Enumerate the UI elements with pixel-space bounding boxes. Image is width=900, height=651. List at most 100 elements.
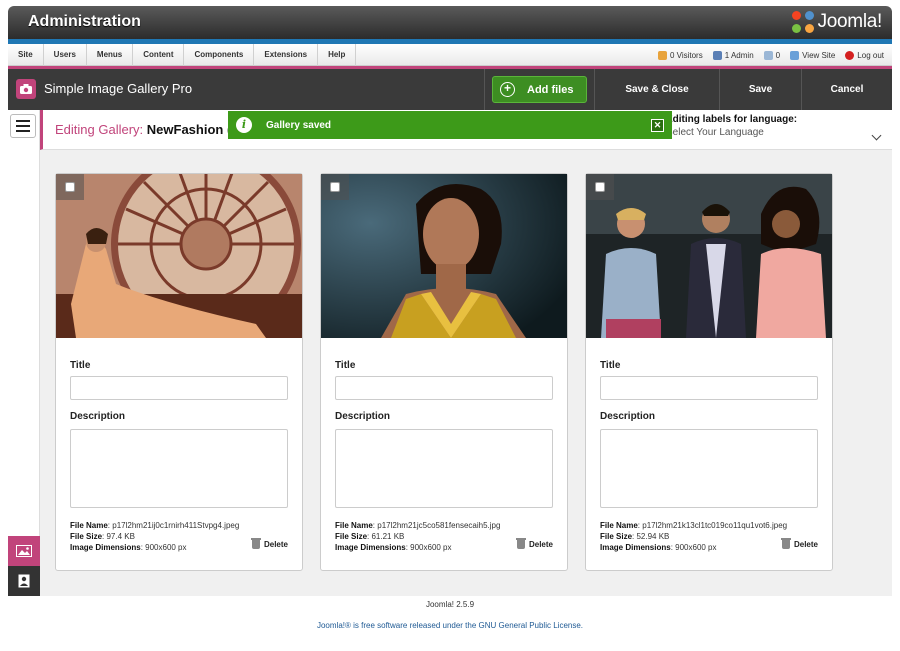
- plus-icon: +: [500, 82, 515, 97]
- close-icon[interactable]: ✕: [651, 119, 664, 132]
- description-label: Description: [600, 411, 656, 422]
- delete-button[interactable]: Delete: [250, 538, 288, 549]
- file-size: 97.4 KB: [106, 532, 135, 541]
- admins-count: 1 Admin: [724, 50, 754, 60]
- image-dimensions: 900x600 px: [675, 543, 717, 552]
- view-site-label: View Site: [802, 50, 836, 60]
- image-icon[interactable]: [8, 536, 40, 566]
- file-size: 52.94 KB: [636, 532, 670, 541]
- gallery-image[interactable]: [321, 174, 567, 338]
- joomla-logo: Joomla!: [791, 11, 883, 33]
- delete-label: Delete: [263, 540, 288, 549]
- delete-button[interactable]: Delete: [780, 538, 818, 549]
- footer-license[interactable]: Joomla!® is free software released under…: [0, 621, 900, 630]
- visitors-status: 0 Visitors: [657, 50, 703, 60]
- message-text: Gallery saved: [266, 119, 332, 131]
- admin-icon: [712, 50, 722, 60]
- visitors-icon: [657, 50, 667, 60]
- messages-count: 0: [775, 50, 781, 60]
- messages-status[interactable]: 0: [763, 50, 781, 60]
- gallery-image[interactable]: [56, 174, 302, 338]
- dimensions-label: Image Dimensions: [335, 543, 406, 552]
- gallery-editor: Editing Gallery: NewFashion (1 Editing l…: [40, 110, 892, 596]
- file-size-label: File Size: [600, 532, 633, 541]
- monitor-icon: [790, 50, 800, 60]
- menu-site[interactable]: Site: [8, 43, 44, 66]
- file-name-label: File Name: [70, 521, 108, 530]
- status-area: 0 Visitors 1 Admin 0 View Site Log out: [657, 44, 884, 66]
- logout-link[interactable]: Log out: [845, 50, 884, 60]
- gallery-name: NewFashion: [146, 122, 224, 137]
- language-label: Editing labels for language:: [666, 114, 798, 125]
- image-dimensions: 900x600 px: [145, 543, 187, 552]
- editing-gallery-heading: Editing Gallery: NewFashion (1: [55, 122, 239, 137]
- messages-icon: [763, 50, 773, 60]
- logout-label: Log out: [857, 50, 884, 60]
- gallery-image[interactable]: [586, 174, 832, 338]
- trash-icon: [515, 538, 526, 549]
- title-label: Title: [70, 360, 91, 371]
- cancel-button[interactable]: Cancel: [801, 69, 892, 110]
- select-checkbox[interactable]: [321, 174, 349, 200]
- gallery-saved-message: i Gallery saved ✕: [228, 111, 672, 139]
- menu-content[interactable]: Content: [133, 43, 185, 66]
- admin-title: Administration: [28, 13, 141, 30]
- title-input[interactable]: [600, 376, 818, 400]
- save-close-button[interactable]: Save & Close: [594, 69, 719, 110]
- image-dimensions: 900x600 px: [410, 543, 452, 552]
- file-name: p17l2hm21k13cl1tc019co11qu1vot6.jpeg: [642, 521, 788, 530]
- visitors-count: 0 Visitors: [669, 50, 703, 60]
- add-files-button[interactable]: + Add files: [492, 76, 587, 103]
- joomla-logo-icon: [791, 11, 814, 33]
- description-textarea[interactable]: [70, 429, 288, 508]
- view-site-link[interactable]: View Site: [790, 50, 836, 60]
- joomla-logo-text: Joomla!: [817, 11, 883, 32]
- user-profile-icon[interactable]: [8, 566, 40, 596]
- add-files-label: Add files: [527, 83, 574, 96]
- menu-users[interactable]: Users: [44, 43, 87, 66]
- menu-help[interactable]: Help: [318, 43, 357, 66]
- file-size: 61.21 KB: [371, 532, 405, 541]
- select-checkbox[interactable]: [56, 174, 84, 200]
- save-button[interactable]: Save: [719, 69, 801, 110]
- file-meta: File Name: p17l2hm21ij0c1rnirh411Stvpg4.…: [70, 521, 240, 552]
- file-name-label: File Name: [600, 521, 638, 530]
- delete-button[interactable]: Delete: [515, 538, 553, 549]
- menu-components[interactable]: Components: [184, 43, 255, 66]
- menu-extensions[interactable]: Extensions: [254, 43, 319, 66]
- delete-label: Delete: [793, 540, 818, 549]
- file-size-label: File Size: [335, 532, 368, 541]
- title-input[interactable]: [70, 376, 288, 400]
- trash-icon: [250, 538, 261, 549]
- language-select[interactable]: Select Your Language: [666, 127, 884, 138]
- description-label: Description: [335, 411, 391, 422]
- dimensions-label: Image Dimensions: [70, 543, 141, 552]
- menu-menus[interactable]: Menus: [87, 43, 134, 66]
- file-meta: File Name: p17l2hm21jc5co581fensecaih5.j…: [335, 521, 501, 552]
- description-textarea[interactable]: [600, 429, 818, 508]
- admin-menubar: Site Users Menus Content Components Exte…: [8, 43, 892, 66]
- editing-gallery-label: Editing Gallery:: [55, 122, 144, 137]
- language-selector[interactable]: Editing labels for language: Select Your…: [666, 114, 884, 144]
- select-checkbox[interactable]: [586, 174, 614, 200]
- add-files-section: + Add files: [484, 69, 594, 110]
- title-label: Title: [600, 360, 621, 371]
- description-textarea[interactable]: [335, 429, 553, 508]
- description-label: Description: [70, 411, 126, 422]
- dimensions-label: Image Dimensions: [600, 543, 671, 552]
- file-meta: File Name: p17l2hm21k13cl1tc019co11qu1vo…: [600, 521, 788, 552]
- image-card: Title Description File Name: p17l2hm21jc…: [320, 173, 568, 571]
- logout-icon: [845, 50, 855, 60]
- title-input[interactable]: [335, 376, 553, 400]
- image-card: Title Description File Name: p17l2hm21k1…: [585, 173, 833, 571]
- admins-status: 1 Admin: [712, 50, 754, 60]
- info-icon: i: [236, 117, 252, 133]
- left-sidebar: [8, 110, 40, 596]
- title-label: Title: [335, 360, 356, 371]
- delete-label: Delete: [528, 540, 553, 549]
- camera-icon: [16, 79, 36, 99]
- component-toolbar: Simple Image Gallery Pro + Add files Sav…: [8, 69, 892, 110]
- trash-icon: [780, 538, 791, 549]
- hamburger-menu-icon[interactable]: [10, 114, 36, 138]
- app-title: Simple Image Gallery Pro: [44, 81, 193, 96]
